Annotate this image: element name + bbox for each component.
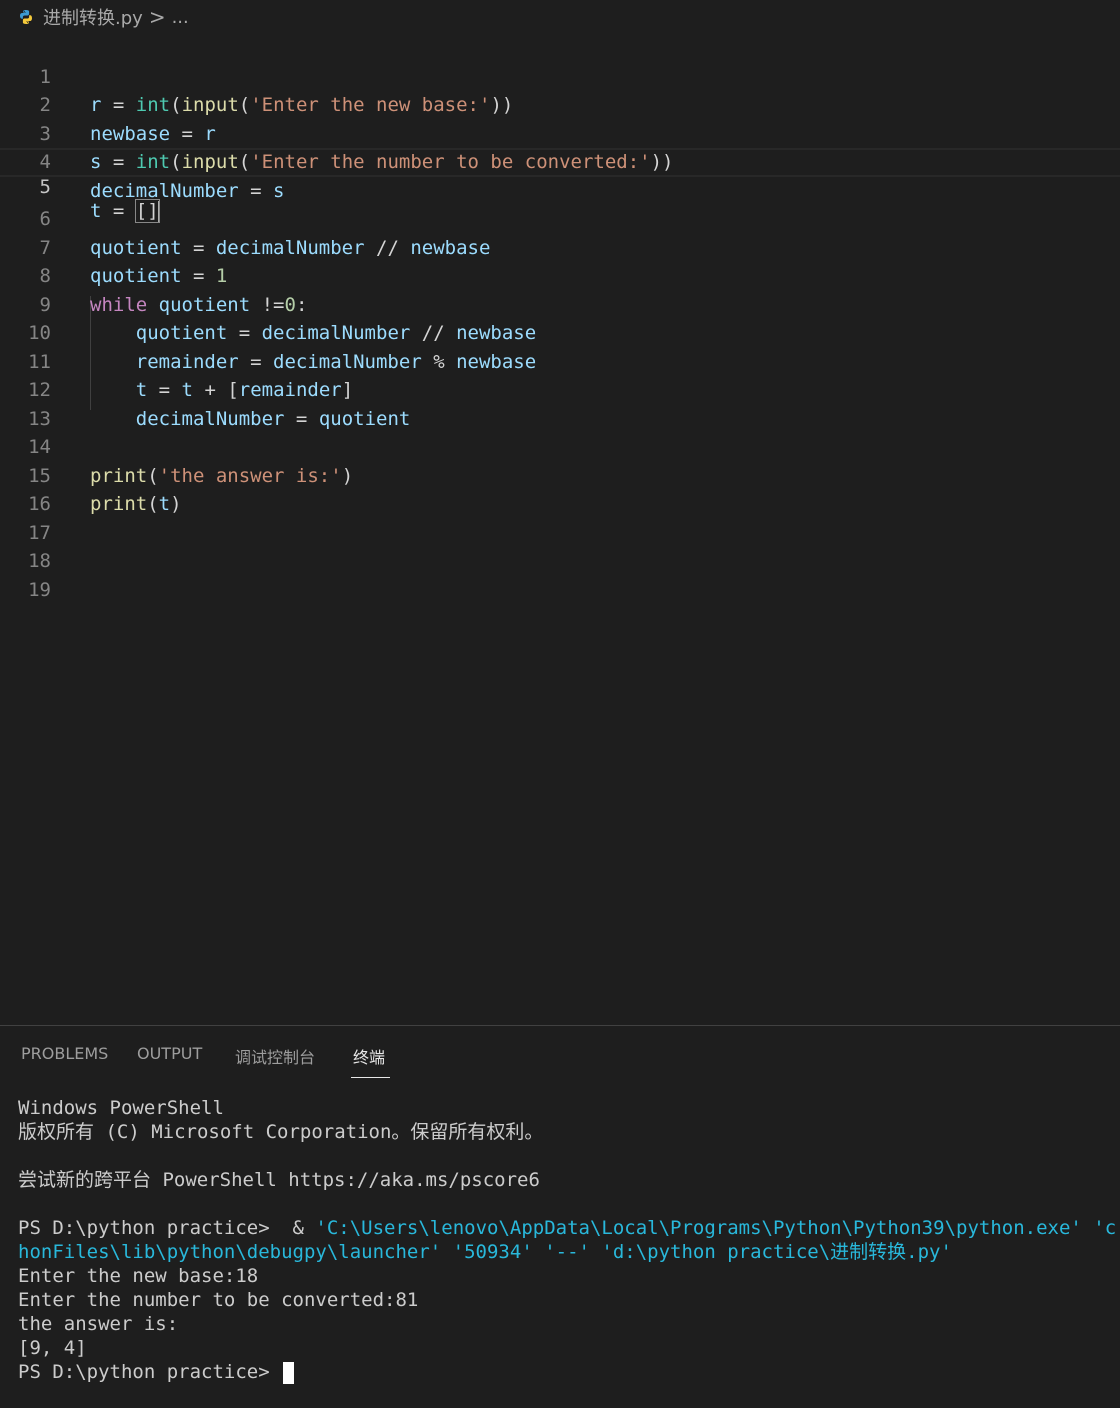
code-line[interactable]: 17 bbox=[0, 490, 1120, 544]
terminal-line: 版权所有 (C) Microsoft Corporation。保留所有权利。 bbox=[18, 1121, 544, 1143]
code-line[interactable]: 4 decimalNumber = s bbox=[0, 120, 1120, 202]
terminal[interactable]: Windows PowerShell 版权所有 (C) Microsoft Co… bbox=[18, 1096, 1120, 1384]
terminal-line: 尝试新的跨平台 PowerShell https://aka.ms/pscore… bbox=[18, 1169, 540, 1191]
line-number: 19 bbox=[28, 578, 51, 601]
code-line[interactable]: 6 quotient = decimalNumber // newbase bbox=[0, 177, 1120, 259]
terminal-prompt: PS D:\python practice> bbox=[18, 1361, 282, 1383]
python-file-icon bbox=[20, 10, 32, 24]
terminal-line: honFiles\lib\python\debugpy\launcher' '5… bbox=[18, 1240, 1120, 1264]
code-line[interactable]: 16 bbox=[0, 462, 1120, 515]
code-line[interactable]: 15 print(t) bbox=[0, 433, 1120, 516]
code-line[interactable]: 11 t = t + [remainder] bbox=[0, 319, 1120, 402]
terminal-line: Windows PowerShell bbox=[18, 1097, 224, 1119]
tab-debug-console[interactable]: 调试控制台 bbox=[235, 1044, 315, 1068]
chevron-right-icon: > bbox=[148, 5, 166, 29]
tab-terminal[interactable]: 终端 bbox=[353, 1044, 385, 1068]
code-editor[interactable]: 1 r = int(input('Enter the new base:')) … bbox=[0, 34, 1120, 1024]
terminal-line: Enter the new base:18 bbox=[18, 1265, 259, 1287]
code-line[interactable]: 10 remainder = decimalNumber % newbase bbox=[0, 291, 1120, 373]
breadcrumb: 进制转换.py > ... bbox=[0, 0, 1120, 34]
code-line[interactable]: 7 quotient = 1 bbox=[0, 205, 1120, 288]
active-tab-indicator bbox=[351, 1077, 390, 1078]
code-line[interactable]: 1 r = int(input('Enter the new base:')) bbox=[0, 34, 1120, 117]
terminal-command: honFiles\lib\python\debugpy\launcher' '5… bbox=[18, 1241, 952, 1263]
vscode-window: 进制转换.py > ... 1 r = int(input('Enter the… bbox=[0, 0, 1120, 1408]
bottom-panel: PROBLEMS OUTPUT 调试控制台 终端 Windows PowerSh… bbox=[0, 1025, 1120, 1408]
terminal-line: PS D:\python practice> & 'C:\Users\lenov… bbox=[18, 1216, 1120, 1240]
code-line[interactable]: 8 while quotient !=0: bbox=[0, 234, 1120, 316]
code-line[interactable]: 18 bbox=[0, 519, 1120, 572]
breadcrumb-more[interactable]: ... bbox=[172, 7, 189, 28]
terminal-command: 'C:\Users\lenovo\AppData\Local\Programs\… bbox=[315, 1217, 1120, 1239]
breadcrumb-file[interactable]: 进制转换.py bbox=[43, 4, 143, 30]
code-line[interactable]: 13 bbox=[0, 376, 1120, 430]
terminal-line: [9, 4] bbox=[18, 1337, 87, 1359]
terminal-line: Enter the number to be converted:81 bbox=[18, 1289, 419, 1311]
terminal-line: the answer is: bbox=[18, 1313, 179, 1335]
code-line[interactable]: 9 quotient = decimalNumber // newbase bbox=[0, 262, 1120, 345]
code-line-current[interactable]: 5 t = [] bbox=[0, 148, 1120, 223]
code-line[interactable]: 19 bbox=[0, 547, 1120, 601]
panel-tabs: PROBLEMS OUTPUT 调试控制台 终端 bbox=[0, 1026, 1120, 1082]
code-line[interactable]: 3 s = int(input('Enter the number to be … bbox=[0, 91, 1120, 174]
tab-problems[interactable]: PROBLEMS bbox=[21, 1044, 108, 1063]
code-line[interactable]: 12 decimalNumber = quotient bbox=[0, 348, 1120, 430]
code-line[interactable]: 2 newbase = r bbox=[0, 63, 1120, 145]
terminal-prompt: PS D:\python practice> & bbox=[18, 1217, 316, 1239]
code-line[interactable]: 14 print('the answer is:') bbox=[0, 405, 1120, 487]
tab-output[interactable]: OUTPUT bbox=[137, 1044, 202, 1063]
terminal-cursor bbox=[283, 1361, 295, 1384]
terminal-line: PS D:\python practice> bbox=[18, 1360, 1120, 1384]
